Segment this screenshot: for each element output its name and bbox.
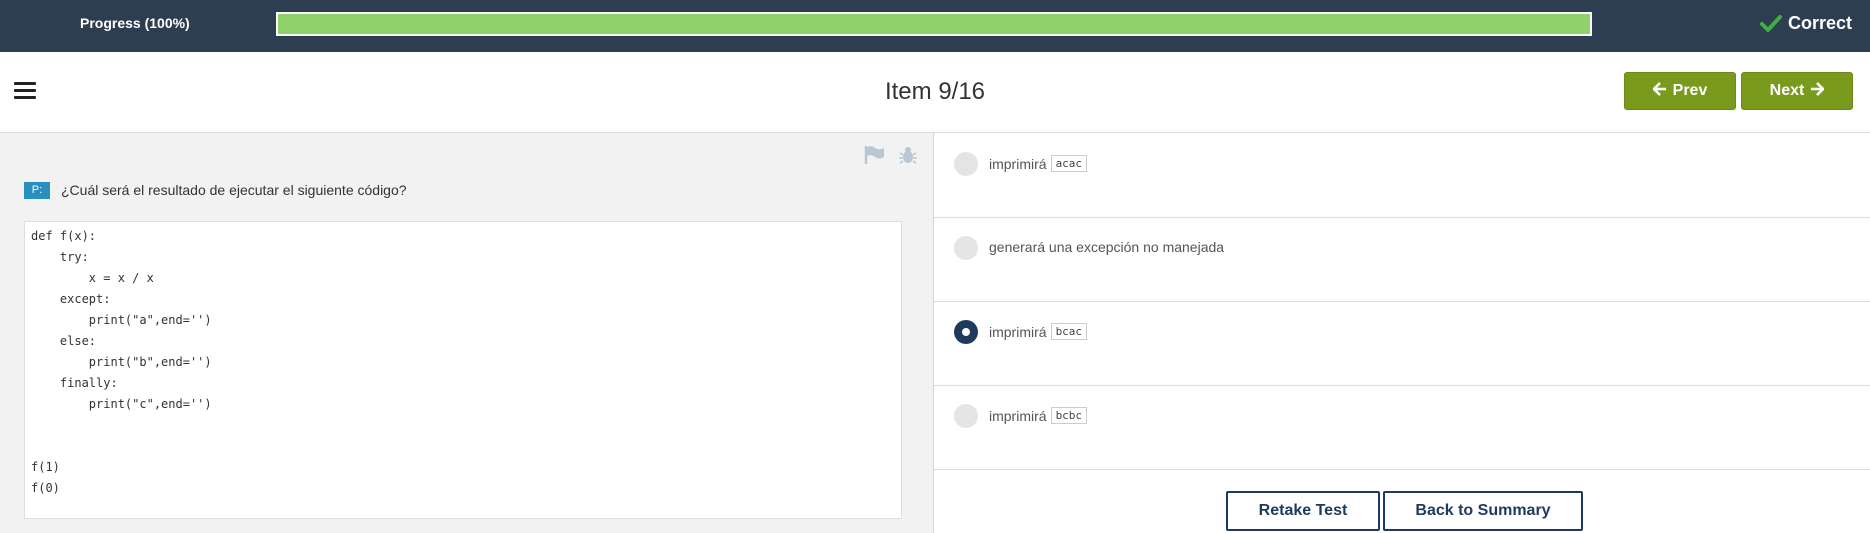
bug-icon[interactable]: [898, 145, 918, 170]
retake-test-button[interactable]: Retake Test: [1226, 491, 1380, 531]
option-code: acac: [1050, 155, 1088, 172]
option-label: imprimirá: [989, 155, 1047, 172]
radio-button[interactable]: [954, 320, 978, 344]
arrow-right-icon: [1810, 81, 1826, 101]
prev-button[interactable]: Prev: [1624, 72, 1736, 110]
question-text: ¿Cuál será el resultado de ejecutar el s…: [61, 182, 407, 198]
option-code: bcac: [1050, 323, 1088, 340]
arrow-left-icon: [1651, 81, 1667, 101]
answers-panel: imprimirá acac generará una excepción no…: [934, 133, 1870, 533]
answer-option[interactable]: generará una excepción no manejada: [934, 217, 1870, 302]
progress-bar: [276, 12, 1592, 36]
code-block: def f(x): try: x = x / x except: print("…: [24, 221, 902, 519]
radio-button[interactable]: [954, 236, 978, 260]
flag-icon[interactable]: [864, 145, 886, 170]
progress-label: Progress (100%): [80, 15, 190, 31]
result-status: Correct: [1759, 13, 1852, 34]
progress-bar-fill: [278, 14, 1590, 34]
option-label: generará una excepción no manejada: [989, 239, 1225, 255]
answer-option[interactable]: imprimirá bcbc: [934, 385, 1870, 470]
item-header: Item 9/16 Prev Next: [0, 52, 1870, 133]
answer-option[interactable]: imprimirá acac: [934, 133, 1870, 218]
answer-option[interactable]: imprimirá bcac: [934, 301, 1870, 386]
radio-button[interactable]: [954, 152, 978, 176]
question-panel: P: ¿Cuál será el resultado de ejecutar e…: [0, 133, 934, 533]
option-code: bcbc: [1050, 407, 1088, 424]
result-label: Correct: [1787, 13, 1852, 33]
item-counter: Item 9/16: [884, 78, 986, 105]
next-label: Next: [1769, 82, 1805, 99]
back-to-summary-button[interactable]: Back to Summary: [1383, 491, 1583, 531]
question-badge: P:: [24, 182, 50, 199]
progress-header: Progress (100%) Correct: [0, 0, 1870, 52]
radio-button[interactable]: [954, 404, 978, 428]
option-label: imprimirá: [989, 407, 1047, 424]
prev-label: Prev: [1672, 82, 1708, 99]
next-button[interactable]: Next: [1741, 72, 1853, 110]
check-icon: [1759, 14, 1782, 33]
option-label: imprimirá: [989, 323, 1047, 340]
code-text: def f(x): try: x = x / x except: print("…: [31, 229, 212, 495]
